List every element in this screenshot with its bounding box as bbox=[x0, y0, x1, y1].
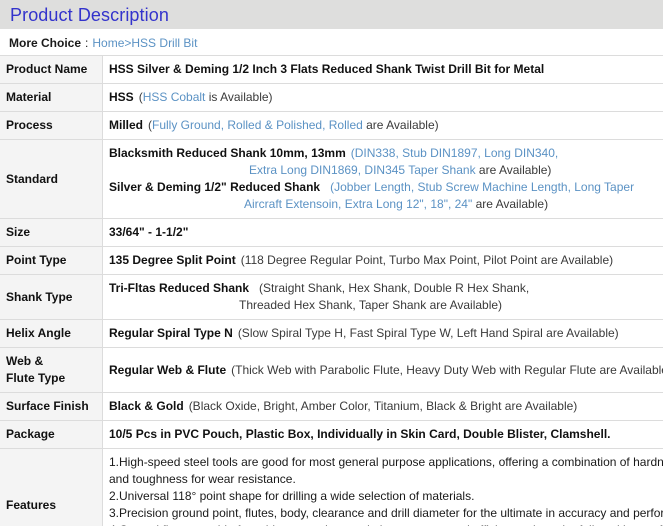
row-value-product-name: HSS Silver & Deming 1/2 Inch 3 Flats Red… bbox=[102, 55, 663, 84]
row-label-standard: Standard bbox=[0, 139, 103, 219]
row-value-size: 33/64" - 1-1/2" bbox=[102, 218, 663, 247]
row-label-web-flute-type: Web & Flute Type bbox=[0, 347, 103, 393]
breadcrumb-separator: : bbox=[85, 35, 89, 50]
row-label-point-type: Point Type bbox=[0, 246, 103, 275]
product-spec-table: Product Name HSS Silver & Deming 1/2 Inc… bbox=[0, 55, 663, 526]
row-value-shank-type: Tri-Fltas Reduced Shank (Straight Shank, … bbox=[102, 274, 663, 320]
row-value-web-flute-type: Regular Web & Flute (Thick Web with Parab… bbox=[102, 347, 663, 393]
table-row: Product Name HSS Silver & Deming 1/2 Inc… bbox=[0, 55, 663, 84]
value-main: 33/64" - 1-1/2" bbox=[109, 225, 189, 239]
value-main: 135 Degree Split Point bbox=[109, 253, 236, 267]
standard-line-3-main: Silver & Deming 1/2" Reduced Shank bbox=[109, 180, 321, 194]
table-row: Point Type 135 Degree Split Point (118 De… bbox=[0, 246, 663, 275]
row-value-standard: Blacksmith Reduced Shank 10mm, 13mm (DIN3… bbox=[102, 139, 663, 219]
row-label-features: Features bbox=[0, 448, 103, 526]
value-option-tail: is Available) bbox=[205, 90, 273, 104]
shank-line-2: Threaded Hex Shank, Taper Shank are Avai… bbox=[109, 297, 663, 314]
row-label-surface-finish: Surface Finish bbox=[0, 392, 103, 421]
value-main: HSS Silver & Deming 1/2 Inch 3 Flats Red… bbox=[109, 62, 545, 76]
row-label-product-name: Product Name bbox=[0, 55, 103, 84]
table-row: Process Milled (Fully Ground, Rolled & Po… bbox=[0, 111, 663, 140]
row-value-features: 1.High-speed steel tools are good for mo… bbox=[102, 448, 663, 526]
breadcrumb-label: More Choice bbox=[9, 35, 82, 50]
value-option-tail: are Available) bbox=[362, 118, 439, 132]
row-value-surface-finish: Black & Gold (Black Oxide, Bright, Amber … bbox=[102, 392, 663, 421]
row-value-package: 10/5 Pcs in PVC Pouch, Plastic Box, Indi… bbox=[102, 420, 663, 449]
feature-line: 2.Universal 118° point shape for drillin… bbox=[109, 489, 475, 503]
shank-line-1: Tri-Fltas Reduced Shank (Straight Shank, … bbox=[109, 280, 663, 297]
value-options: (Black Oxide, Bright, Amber Color, Titan… bbox=[188, 399, 578, 413]
table-row: Size 33/64" - 1-1/2" bbox=[0, 218, 663, 247]
breadcrumb-link-current[interactable]: HSS Drill Bit bbox=[131, 36, 197, 50]
value-main: Regular Web & Flute bbox=[109, 362, 227, 377]
table-row: Package 10/5 Pcs in PVC Pouch, Plastic B… bbox=[0, 420, 663, 449]
row-label-helix-angle: Helix Angle bbox=[0, 319, 103, 348]
value-main: Black & Gold bbox=[109, 399, 184, 413]
row-value-material: HSS (HSS Cobalt is Available) bbox=[102, 83, 663, 112]
feature-line: 1.High-speed steel tools are good for mo… bbox=[109, 455, 663, 469]
standard-line-3: Silver & Deming 1/2" Reduced Shank (Jobbe… bbox=[109, 179, 663, 196]
value-option-blue: Fully Ground, Rolled & Polished, Rolled bbox=[152, 118, 363, 132]
value-main: Milled bbox=[109, 118, 144, 132]
standard-line-1: Blacksmith Reduced Shank 10mm, 13mm (DIN3… bbox=[109, 145, 663, 162]
breadcrumb: More Choice : Home > HSS Drill Bit bbox=[0, 30, 663, 55]
shank-line-1-options: (Straight Shank, Hex Shank, Double R Hex… bbox=[259, 281, 530, 295]
row-label-size: Size bbox=[0, 218, 103, 247]
value-option-blue: HSS Cobalt bbox=[142, 90, 206, 104]
feature-line: 4.Ground flutes provide fast chip remova… bbox=[109, 522, 663, 526]
table-row: Standard Blacksmith Reduced Shank 10mm, … bbox=[0, 139, 663, 219]
value-options: (Slow Spiral Type H, Fast Spiral Type W,… bbox=[237, 326, 619, 340]
row-value-point-type: 135 Degree Split Point (118 Degree Regula… bbox=[102, 246, 663, 275]
table-row: Helix Angle Regular Spiral Type N (Slow S… bbox=[0, 319, 663, 348]
standard-line-1-main: Blacksmith Reduced Shank 10mm, 13mm bbox=[109, 146, 346, 160]
breadcrumb-link-home[interactable]: Home bbox=[92, 36, 124, 50]
value-options: (118 Degree Regular Point, Turbo Max Poi… bbox=[240, 253, 614, 267]
shank-line-2-options: Threaded Hex Shank, Taper Shank are Avai… bbox=[239, 298, 503, 312]
table-row: Shank Type Tri-Fltas Reduced Shank (Strai… bbox=[0, 274, 663, 320]
row-label-package: Package bbox=[0, 420, 103, 449]
standard-line-3-options: (Jobber Length, Stub Screw Machine Lengt… bbox=[330, 180, 635, 194]
standard-line-4-tail: are Available) bbox=[472, 197, 549, 211]
product-description-page: Product Description More Choice : Home >… bbox=[0, 0, 663, 526]
value-main: 10/5 Pcs in PVC Pouch, Plastic Box, Indi… bbox=[109, 427, 611, 441]
table-row: Material HSS (HSS Cobalt is Available) bbox=[0, 83, 663, 112]
feature-line: 3.Precision ground point, flutes, body, … bbox=[109, 506, 663, 520]
breadcrumb-gt: > bbox=[124, 35, 132, 50]
standard-line-2-options: Extra Long DIN1869, DIN345 Taper Shank bbox=[249, 163, 476, 177]
value-main: Tri-Fltas Reduced Shank bbox=[109, 281, 250, 295]
table-row: Web & Flute Type Regular Web & Flute (Thi… bbox=[0, 347, 663, 393]
page-header-bar: Product Description bbox=[0, 0, 663, 30]
feature-line: and toughness for wear resistance. bbox=[109, 472, 296, 486]
row-label-shank-type: Shank Type bbox=[0, 274, 103, 320]
page-title: Product Description bbox=[10, 4, 169, 25]
value-options: (Thick Web with Parabolic Flute, Heavy D… bbox=[231, 362, 663, 377]
standard-line-4-options: Aircraft Extensoin, Extra Long 12", 18",… bbox=[244, 197, 473, 211]
row-value-helix-angle: Regular Spiral Type N (Slow Spiral Type H… bbox=[102, 319, 663, 348]
standard-line-2-tail: are Available) bbox=[475, 163, 552, 177]
value-main: HSS bbox=[109, 90, 134, 104]
standard-line-1-options: (DIN338, Stub DIN1897, Long DIN340, bbox=[350, 146, 559, 160]
standard-line-4: Aircraft Extensoin, Extra Long 12", 18",… bbox=[109, 196, 663, 213]
table-row: Surface Finish Black & Gold (Black Oxide,… bbox=[0, 392, 663, 421]
row-label-material: Material bbox=[0, 83, 103, 112]
row-label-process: Process bbox=[0, 111, 103, 140]
standard-line-2: Extra Long DIN1869, DIN345 Taper Shank a… bbox=[109, 162, 663, 179]
row-value-process: Milled (Fully Ground, Rolled & Polished, … bbox=[102, 111, 663, 140]
table-row-features: Features 1.High-speed steel tools are go… bbox=[0, 448, 663, 526]
value-main: Regular Spiral Type N bbox=[109, 326, 233, 340]
